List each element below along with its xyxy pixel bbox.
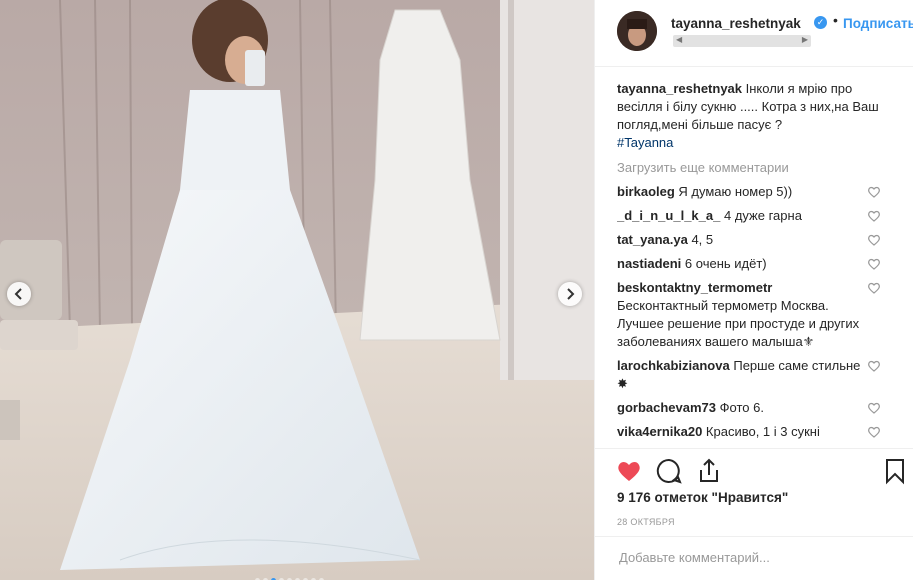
comment-item: birkaoleg Я думаю номер 5)) xyxy=(617,183,893,201)
post-header: tayanna_reshetnyak ✓ • Подписаться ◀ ▶ xyxy=(595,0,913,67)
carousel-indicator xyxy=(255,570,327,580)
bookmark-icon[interactable] xyxy=(881,457,909,485)
comment-text: Бесконтактный термометр Москва. Лучшее р… xyxy=(617,298,860,349)
prev-photo-button[interactable] xyxy=(7,282,31,306)
add-comment-bar xyxy=(595,536,913,581)
heart-outline-icon[interactable] xyxy=(867,185,881,199)
heart-outline-icon[interactable] xyxy=(867,425,881,439)
follow-button[interactable]: Подписаться xyxy=(843,16,913,31)
comment-username[interactable]: gorbachevam73 xyxy=(617,400,716,415)
comment-text: 4 дуже гарна xyxy=(723,208,802,223)
avatar[interactable] xyxy=(617,11,657,51)
comment-text: Красиво, 1 і 3 сукні xyxy=(705,424,820,439)
post-date: 28 ОКТЯБРЯ xyxy=(617,517,675,527)
separator-dot: • xyxy=(833,12,838,28)
comment-item: tat_yana.ya 4, 5 xyxy=(617,231,893,249)
next-photo-button[interactable] xyxy=(558,282,582,306)
heart-outline-icon[interactable] xyxy=(867,209,881,223)
comment-text: Я думаю номер 5)) xyxy=(678,184,793,199)
comment-username[interactable]: tat_yana.ya xyxy=(617,232,688,247)
heart-outline-icon[interactable] xyxy=(867,257,881,271)
post-sidebar: tayanna_reshetnyak ✓ • Подписаться ◀ ▶ t… xyxy=(594,0,913,580)
heart-outline-icon[interactable] xyxy=(867,233,881,247)
caption-hashtag[interactable]: #Tayanna xyxy=(617,135,673,150)
action-bar xyxy=(595,448,913,494)
comment-username[interactable]: beskontaktny_termometr xyxy=(617,280,772,295)
comment-item: _d_i_n_u_l_k_a_ 4 дуже гарна xyxy=(617,207,893,225)
likes-count[interactable]: 9 176 отметок "Нравится" xyxy=(617,490,788,505)
heart-outline-icon[interactable] xyxy=(867,281,881,295)
load-more-comments-link[interactable]: Загрузить еще комментарии xyxy=(617,159,893,177)
add-comment-input[interactable] xyxy=(617,549,881,566)
comment-username[interactable]: larochkabizianova xyxy=(617,358,730,373)
scroll-right-icon[interactable]: ▶ xyxy=(802,35,808,44)
chevron-left-icon xyxy=(14,288,22,300)
scroll-left-icon[interactable]: ◀ xyxy=(676,35,682,44)
comments-list[interactable]: tayanna_reshetnyak Інколи я мрію про вес… xyxy=(617,80,893,446)
comment-icon[interactable] xyxy=(655,457,683,485)
heart-outline-icon[interactable] xyxy=(867,359,881,373)
chevron-right-icon xyxy=(567,288,575,300)
caption-author[interactable]: tayanna_reshetnyak xyxy=(617,81,742,96)
heart-outline-icon[interactable] xyxy=(867,401,881,415)
location-scrollbar[interactable]: ◀ ▶ xyxy=(673,35,811,47)
comment-item: larochkabizianova Перше саме стильне ✸ xyxy=(617,357,893,393)
comment-text: 4, 5 xyxy=(691,232,714,247)
post-caption: tayanna_reshetnyak Інколи я мрію про вес… xyxy=(617,80,893,152)
comment-item: gorbachevam73 Фото 6. xyxy=(617,399,893,417)
comment-item: beskontaktny_termometr Бесконтактный тер… xyxy=(617,279,893,351)
share-icon[interactable] xyxy=(695,457,723,485)
verified-badge-icon: ✓ xyxy=(814,16,827,29)
wedding-dress-image xyxy=(0,0,594,580)
heart-filled-icon[interactable] xyxy=(615,457,643,485)
comment-text: Фото 6. xyxy=(719,400,764,415)
comment-username[interactable]: _d_i_n_u_l_k_a_ xyxy=(617,208,720,223)
comment-username[interactable]: birkaoleg xyxy=(617,184,675,199)
comment-item: nastiadeni 6 очень идёт) xyxy=(617,255,893,273)
comment-username[interactable]: nastiadeni xyxy=(617,256,681,271)
comment-text: 6 очень идёт) xyxy=(684,256,767,271)
comment-item: vika4ernika20 Красиво, 1 і 3 сукні xyxy=(617,423,893,441)
comment-username[interactable]: vika4ernika20 xyxy=(617,424,702,439)
author-username[interactable]: tayanna_reshetnyak xyxy=(671,16,801,31)
post-photo[interactable] xyxy=(0,0,594,580)
